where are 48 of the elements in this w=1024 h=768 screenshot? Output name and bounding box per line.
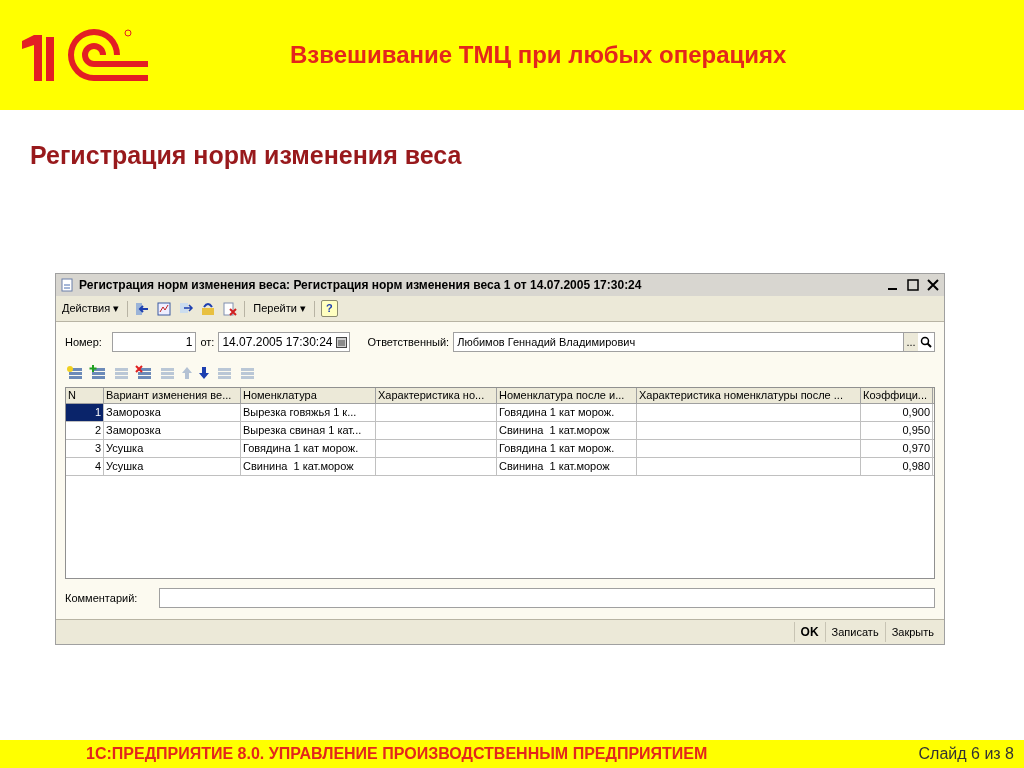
table-cell: 2 [66,422,104,439]
table-cell: 4 [66,458,104,475]
slide-heading: Регистрация норм изменения веса [30,140,463,170]
table-cell: Заморозка [104,422,241,439]
table-cell: 0,900 [861,404,933,421]
menu-button[interactable]: Действия ▾ [60,300,122,317]
column-header[interactable]: Характеристика номенклатуры после ... [637,388,861,403]
table-cell: Свинина 1 кат.морож [497,458,637,475]
table-cell: 0,950 [861,422,933,439]
table-cell: Заморозка [104,404,241,421]
table-cell: Вырезка говяжья 1 к... [241,404,376,421]
responsible-label: Ответственный: [367,334,450,350]
table-cell: Говядина 1 кат морож. [497,440,637,457]
column-header[interactable]: Коэффици... [861,388,933,403]
table-cell: 1 [66,404,104,421]
table-cell: Говядина 1 кат морож. [497,404,637,421]
responsible-value: Любимов Геннадий Владимирович [457,334,636,350]
table-cell: Говядина 1 кат морож. [241,440,376,457]
number-field[interactable]: 1 [111,332,197,352]
action-button[interactable]: Записать [824,622,885,642]
number-label: Номер: [65,334,102,350]
column-header[interactable]: Номенклатура после и... [497,388,637,403]
date-field[interactable]: 14.07.2005 17:30:24 [218,332,350,352]
table-cell: Свинина 1 кат.морож [241,458,376,475]
action-button[interactable]: Закрыть [884,622,940,642]
date-value: 14.07.2005 17:30:24 [222,334,333,351]
table-cell: 3 [66,440,104,457]
menu-button[interactable]: Перейти ▾ [251,300,308,317]
table-cell: Усушка [104,458,241,475]
responsible-field[interactable]: Любимов Геннадий Владимирович ... [453,332,935,352]
column-header[interactable]: Вариант изменения ве... [104,388,241,403]
window-title: Регистрация норм изменения веса: Регистрация норм изменения веса 1 от 14.07.2005 17:30:24 [79,277,642,294]
column-header[interactable]: N [66,388,104,403]
footer-product: 1С:ПРЕДПРИЯТИЕ 8.0. УПРАВЛЕНИЕ ПРОИЗВОДСТВЕННЫМ ПРЕДПРИЯТИЕМ [86,744,708,764]
date-label: от: [200,334,215,350]
slide-title: Взвешивание ТМЦ при любых операциях [290,40,787,70]
comment-label: Комментарий: [65,590,139,606]
table-cell: 0,970 [861,440,933,457]
table-cell: Вырезка свиная 1 кат... [241,422,376,439]
column-header[interactable]: Характеристика но... [376,388,497,403]
select-button[interactable]: ... [903,333,918,351]
table-cell: Усушка [104,440,241,457]
column-header[interactable]: Номенклатура [241,388,376,403]
table-cell: 0,980 [861,458,933,475]
ok-button[interactable]: OK [793,622,825,642]
help-button[interactable]: ? [320,300,338,317]
slide-number: Слайд 6 из 8 [918,744,1014,764]
table-cell: Свинина 1 кат.морож [497,422,637,439]
